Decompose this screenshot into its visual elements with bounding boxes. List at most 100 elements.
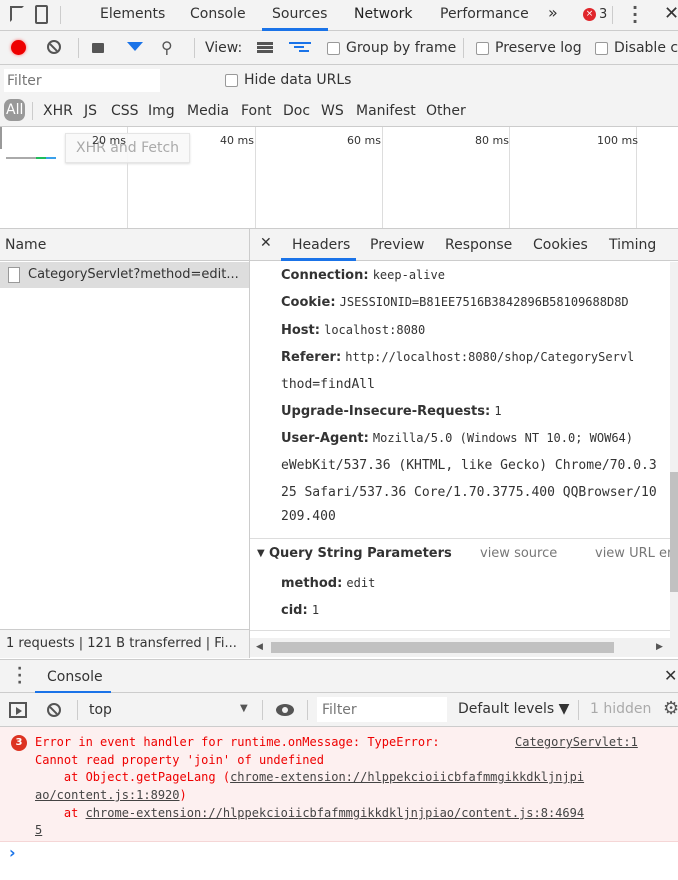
disable-cache-label: Disable ca [614, 40, 678, 56]
device-toolbar-icon[interactable] [35, 5, 48, 24]
timeline-tick: 40 ms [220, 134, 254, 147]
type-manifest[interactable]: Manifest [356, 103, 416, 119]
type-all[interactable]: All [4, 99, 26, 121]
more-tabs-button[interactable]: » [548, 3, 558, 22]
type-doc[interactable]: Doc [283, 103, 310, 119]
error-stack-line: 5 [35, 823, 42, 837]
preserve-log-label: Preserve log [495, 40, 582, 56]
header-referer-cont: thod=findAll [281, 377, 375, 392]
filter-row: Hide data URLs [0, 65, 678, 97]
screenshot-camera-icon[interactable] [92, 43, 104, 53]
timeline-tick: 100 ms [597, 134, 638, 147]
type-xhr[interactable]: XHR [43, 103, 73, 119]
log-levels-select[interactable]: Default levels ▼ [458, 701, 569, 717]
waterfall-overview-icon[interactable] [289, 42, 311, 54]
hidden-count: 1 hidden [590, 701, 652, 717]
console-settings-gear-icon[interactable]: ⚙ [663, 698, 678, 719]
header-user-agent-cont: 25 Safari/537.36 Core/1.70.3775.400 QQBr… [281, 485, 657, 500]
tab-performance[interactable]: Performance [440, 6, 529, 22]
detail-tab-bar: ✕ Headers Preview Response Cookies Timin… [250, 229, 678, 261]
header-user-agent-cont: 209.400 [281, 509, 336, 524]
close-detail-icon[interactable]: ✕ [260, 235, 272, 251]
collapse-triangle-icon[interactable]: ▼ [257, 548, 265, 559]
tab-elements[interactable]: Elements [100, 6, 165, 22]
header-upgrade-insecure: Upgrade-Insecure-Requests: 1 [281, 404, 502, 419]
error-count-badge: 3 [11, 735, 27, 751]
type-media[interactable]: Media [187, 103, 229, 119]
error-count[interactable]: 3 [599, 7, 607, 22]
context-dropdown-icon[interactable]: ▼ [240, 703, 248, 714]
type-ws[interactable]: WS [321, 103, 344, 119]
request-row[interactable]: CategoryServlet?method=edit... [0, 262, 249, 288]
view-source-link[interactable]: view source [480, 546, 557, 561]
search-icon[interactable]: ⚲ [161, 38, 173, 57]
header-user-agent: User-Agent: Mozilla/5.0 (Windows NT 10.0… [281, 431, 634, 446]
stack-link[interactable]: ao/content.js:1:8920 [35, 788, 180, 802]
error-line: Error in event handler for runtime.onMes… [35, 735, 440, 749]
clear-console-icon[interactable] [47, 703, 61, 717]
param-method: method: edit [281, 576, 376, 591]
header-user-agent-cont: eWebKit/537.36 (KHTML, like Gecko) Chrom… [281, 458, 657, 473]
hide-data-urls-checkbox[interactable]: Hide data URLs [225, 72, 351, 88]
drawer-tab-console[interactable]: Console [47, 669, 103, 685]
header-cookie: Cookie: JSESSIONID=B81EE7516B3842896B581… [281, 295, 629, 310]
inspect-element-icon[interactable] [10, 6, 24, 22]
record-button[interactable] [11, 40, 26, 55]
query-string-title[interactable]: Query String Parameters [269, 546, 452, 561]
header-host: Host: localhost:8080 [281, 323, 426, 338]
tab-preview[interactable]: Preview [370, 237, 425, 253]
disable-cache-checkbox[interactable]: Disable ca [595, 40, 678, 56]
tab-timing[interactable]: Timing [609, 237, 656, 253]
group-by-frame-checkbox[interactable]: Group by frame [327, 40, 456, 56]
console-error-message: 3 Error in event handler for runtime.onM… [0, 727, 678, 842]
tooltip: XHR and Fetch [65, 133, 191, 163]
hide-data-urls-label: Hide data URLs [244, 72, 352, 88]
close-drawer-icon[interactable]: ✕ [664, 666, 677, 685]
close-devtools-icon[interactable]: ✕ [664, 3, 678, 24]
live-expression-eye-icon[interactable] [276, 704, 294, 716]
large-rows-icon[interactable] [257, 42, 273, 53]
header-referer: Referer: http://localhost:8080/shop/Cate… [281, 350, 635, 365]
drawer-menu-icon[interactable]: · · · [17, 662, 22, 690]
filter-input[interactable] [4, 69, 160, 92]
tab-console[interactable]: Console [190, 6, 246, 22]
name-column-header[interactable]: Name [5, 237, 46, 253]
preserve-log-checkbox[interactable]: Preserve log [476, 40, 582, 56]
tab-headers[interactable]: Headers [292, 237, 350, 253]
more-options-icon[interactable]: · · · [632, 0, 638, 30]
tab-network[interactable]: Network [354, 6, 412, 22]
error-icon: × [583, 8, 596, 21]
header-connection: Connection: keep-alive [281, 268, 445, 283]
error-source-link[interactable]: CategoryServlet:1 [515, 735, 638, 749]
error-line: Cannot read property 'join' of undefined [35, 753, 324, 767]
drawer-tab-bar: · · · Console ✕ [0, 659, 678, 694]
error-stack-line: at Object.getPageLang (chrome-extension:… [35, 770, 585, 784]
document-icon [8, 267, 20, 283]
tab-sources[interactable]: Sources [272, 6, 327, 22]
type-css[interactable]: CSS [111, 103, 139, 119]
error-stack-line: ao/content.js:1:8920) [35, 788, 187, 802]
horizontal-scrollbar[interactable]: ◀ ▶ [250, 638, 678, 657]
console-prompt[interactable]: › [9, 843, 16, 862]
request-name: CategoryServlet?method=edit... [28, 267, 239, 282]
clear-icon[interactable] [47, 40, 61, 54]
type-font[interactable]: Font [241, 103, 271, 119]
param-cid: cid: 1 [281, 603, 320, 618]
view-label: View: [205, 40, 243, 56]
timeline-tick: 20 ms [92, 134, 126, 147]
sidebar-toggle-icon[interactable] [9, 702, 27, 718]
stack-link[interactable]: 5 [35, 823, 42, 837]
context-select[interactable]: top [89, 702, 112, 718]
stack-link[interactable]: chrome-extension://hlppekcioiicbfafmmgik… [86, 806, 585, 820]
filter-funnel-icon[interactable] [127, 42, 143, 51]
view-url-encoded-link[interactable]: view URL en [595, 546, 670, 561]
type-img[interactable]: Img [148, 103, 175, 119]
vertical-scrollbar[interactable] [670, 262, 678, 638]
stack-link[interactable]: chrome-extension://hlppekcioiicbfafmmgik… [230, 770, 584, 784]
tab-response[interactable]: Response [445, 237, 512, 253]
type-js[interactable]: JS [84, 103, 97, 119]
console-filter-input[interactable] [317, 697, 447, 722]
tab-cookies[interactable]: Cookies [533, 237, 588, 253]
timeline-tick: 80 ms [475, 134, 509, 147]
type-other[interactable]: Other [426, 103, 466, 119]
